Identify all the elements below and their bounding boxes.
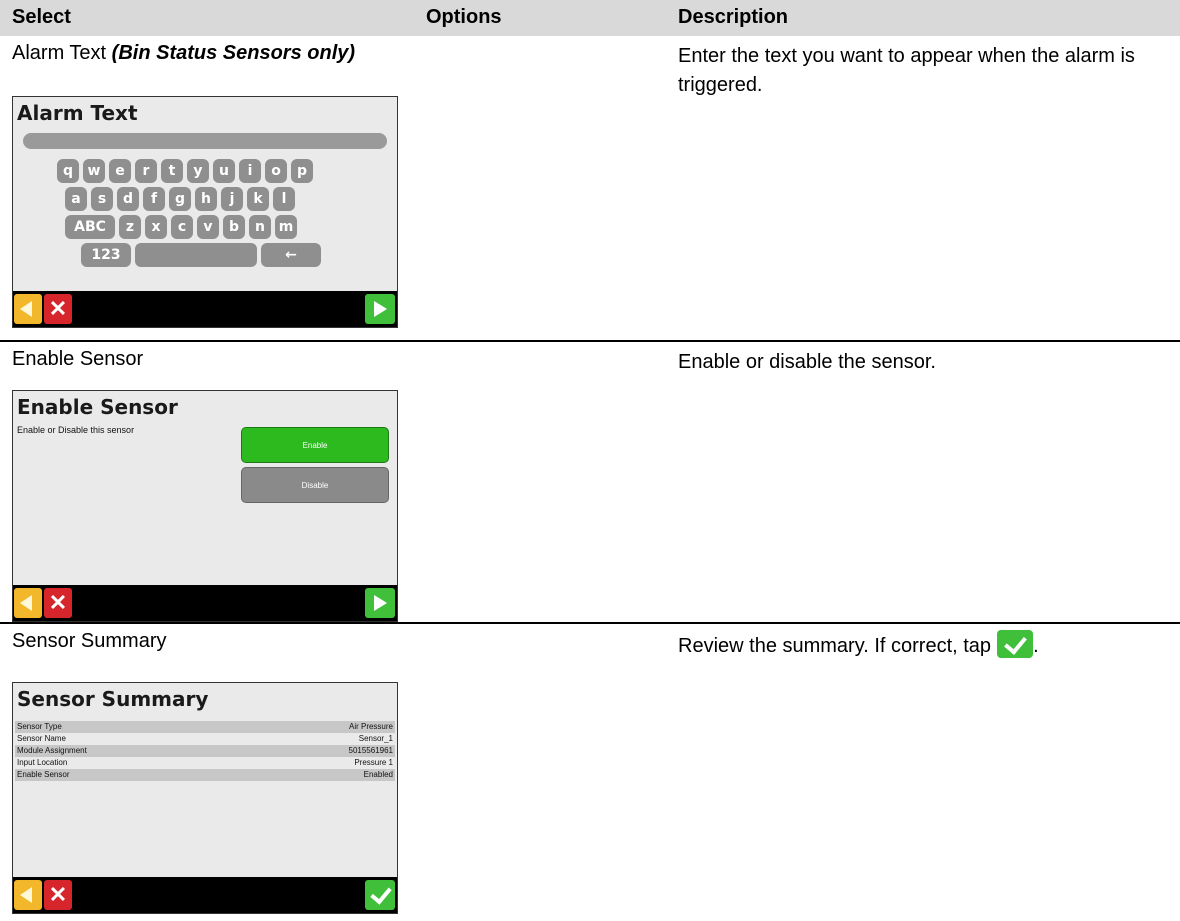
- key-l[interactable]: l: [273, 187, 295, 211]
- key-j[interactable]: j: [221, 187, 243, 211]
- key-k[interactable]: k: [247, 187, 269, 211]
- summary-value: 5015561961: [348, 746, 394, 755]
- key-h[interactable]: h: [195, 187, 217, 211]
- key-q[interactable]: q: [57, 159, 79, 183]
- description: Review the summary. If correct, tap.: [678, 630, 1168, 661]
- key-m[interactable]: m: [275, 215, 297, 239]
- key-b[interactable]: b: [223, 215, 245, 239]
- key-abc[interactable]: ABC: [65, 215, 115, 239]
- screen-title: Alarm Text: [17, 101, 138, 125]
- header-options: Options: [426, 6, 502, 28]
- alarm-text-screen: Alarm Text q w e r t y u i o p a s d f g…: [12, 96, 398, 328]
- summary-value: Pressure 1: [354, 758, 393, 767]
- screen-nav-bar: ✕: [13, 585, 397, 621]
- enable-prompt: Enable or Disable this sensor: [17, 425, 135, 435]
- summary-label: Sensor Name: [17, 734, 66, 743]
- summary-label: Module Assignment: [17, 746, 87, 755]
- key-r[interactable]: r: [135, 159, 157, 183]
- table-header: Select Options Description: [0, 0, 1180, 36]
- description-period: .: [1033, 635, 1039, 657]
- key-v[interactable]: v: [197, 215, 219, 239]
- screen-nav-bar: ✕: [13, 291, 397, 327]
- summary-row: Module Assignment 5015561961: [15, 745, 395, 757]
- summary-table: Sensor Type Air Pressure Sensor Name Sen…: [15, 721, 395, 781]
- select-label: Sensor Summary: [12, 630, 167, 652]
- select-label: Alarm Text (Bin Status Sensors only): [12, 42, 355, 65]
- key-i[interactable]: i: [239, 159, 261, 183]
- enable-sensor-screen: Enable Sensor Enable or Disable this sen…: [12, 390, 398, 622]
- key-u[interactable]: u: [213, 159, 235, 183]
- key-e[interactable]: e: [109, 159, 131, 183]
- checkmark-icon: [997, 630, 1034, 658]
- key-a[interactable]: a: [65, 187, 87, 211]
- disable-button[interactable]: Disable: [241, 467, 389, 503]
- table-row-alarm-text: Alarm Text (Bin Status Sensors only) Ent…: [0, 36, 1180, 342]
- key-c[interactable]: c: [171, 215, 193, 239]
- key-p[interactable]: p: [291, 159, 313, 183]
- screen-title: Sensor Summary: [17, 687, 209, 711]
- key-123[interactable]: 123: [81, 243, 131, 267]
- back-arrow-icon[interactable]: [14, 880, 42, 910]
- back-arrow-icon[interactable]: [14, 588, 42, 618]
- description: Enter the text you want to appear when t…: [678, 45, 1135, 96]
- description: Enable or disable the sensor.: [678, 351, 936, 373]
- key-w[interactable]: w: [83, 159, 105, 183]
- select-label-text: Alarm Text: [12, 42, 112, 64]
- summary-label: Enable Sensor: [17, 770, 70, 779]
- key-backspace[interactable]: ←: [261, 243, 321, 267]
- key-s[interactable]: s: [91, 187, 113, 211]
- summary-row: Sensor Name Sensor_1: [15, 733, 395, 745]
- key-n[interactable]: n: [249, 215, 271, 239]
- sensor-summary-screen: Sensor Summary Sensor Type Air Pressure …: [12, 682, 398, 914]
- summary-value: Enabled: [363, 770, 393, 779]
- key-x[interactable]: x: [145, 215, 167, 239]
- summary-label: Sensor Type: [17, 722, 62, 731]
- cancel-x-icon[interactable]: ✕: [44, 588, 72, 618]
- select-label: Enable Sensor: [12, 348, 144, 370]
- summary-value: Air Pressure: [348, 722, 393, 731]
- next-arrow-icon[interactable]: [365, 294, 395, 324]
- header-select: Select: [12, 6, 71, 28]
- key-d[interactable]: d: [117, 187, 139, 211]
- key-y[interactable]: y: [187, 159, 209, 183]
- keyboard-row-4: 123 ←: [81, 243, 321, 267]
- enable-button[interactable]: Enable: [241, 427, 389, 463]
- screen-title: Enable Sensor: [17, 395, 178, 419]
- text-input-field[interactable]: [23, 133, 387, 149]
- summary-value: Sensor_1: [358, 734, 393, 743]
- key-t[interactable]: t: [161, 159, 183, 183]
- header-description: Description: [678, 6, 789, 28]
- summary-row: Input Location Pressure 1: [15, 757, 395, 769]
- cancel-x-icon[interactable]: ✕: [44, 294, 72, 324]
- keyboard-row-3: ABC z x c v b n m: [65, 215, 297, 239]
- key-f[interactable]: f: [143, 187, 165, 211]
- next-arrow-icon[interactable]: [365, 588, 395, 618]
- checkmark-icon[interactable]: [365, 880, 395, 910]
- keyboard-row-1: q w e r t y u i o p: [57, 159, 313, 183]
- back-arrow-icon[interactable]: [14, 294, 42, 324]
- cancel-x-icon[interactable]: ✕: [44, 880, 72, 910]
- select-label-emphasis: (Bin Status Sensors only): [111, 42, 356, 64]
- table-row-sensor-summary: Sensor Summary Review the summary. If co…: [0, 624, 1180, 921]
- key-g[interactable]: g: [169, 187, 191, 211]
- summary-label: Input Location: [17, 758, 68, 767]
- summary-row: Sensor Type Air Pressure: [15, 721, 395, 733]
- key-z[interactable]: z: [119, 215, 141, 239]
- key-space[interactable]: [135, 243, 257, 267]
- key-o[interactable]: o: [265, 159, 287, 183]
- keyboard-row-2: a s d f g h j k l: [65, 187, 295, 211]
- table-row-enable-sensor: Enable Sensor Enable or disable the sens…: [0, 342, 1180, 624]
- summary-row: Enable Sensor Enabled: [15, 769, 395, 781]
- screen-nav-bar: ✕: [13, 877, 397, 913]
- description-text: Review the summary. If correct, tap: [678, 635, 992, 657]
